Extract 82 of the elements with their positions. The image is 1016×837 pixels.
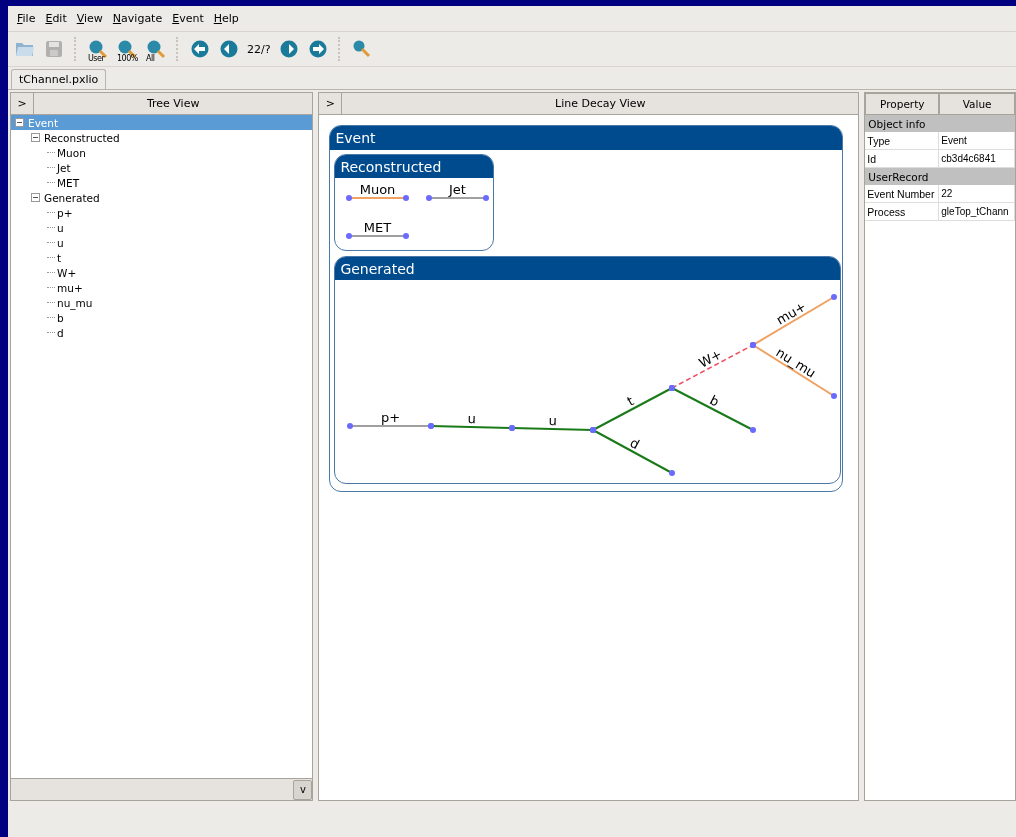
- vertex-dot[interactable]: [831, 294, 838, 300]
- zoom-icon: [146, 39, 166, 59]
- collapse-icon[interactable]: [31, 193, 40, 202]
- toggle-button[interactable]: v: [293, 779, 313, 800]
- table-cell: cb3d4c6841: [939, 150, 1015, 167]
- table-cell: Event Number: [865, 185, 940, 202]
- table-cell: 22: [939, 185, 1015, 202]
- file-tab[interactable]: tChannel.pxlio: [11, 69, 107, 89]
- pane-title: Line Decay View: [554, 96, 647, 112]
- prev-button[interactable]: [218, 38, 240, 60]
- menu-item[interactable]: Edit: [45, 12, 67, 25]
- tree-item[interactable]: Muon: [11, 145, 313, 160]
- particle-label: u: [548, 412, 558, 429]
- tree-item[interactable]: nu_mu: [11, 295, 313, 310]
- menu-item[interactable]: File: [17, 12, 36, 25]
- vertex-dot[interactable]: [426, 195, 433, 201]
- group-row: UserRecord: [865, 168, 1015, 185]
- tree-item[interactable]: Reconstructed: [11, 130, 313, 145]
- vertex-dot[interactable]: [669, 470, 676, 476]
- particle-label: mu+: [774, 298, 810, 328]
- zoom-icon: [117, 39, 137, 59]
- particle-label: MET: [364, 220, 392, 235]
- pane-title: Tree View: [145, 96, 201, 112]
- vertex-dot[interactable]: [483, 195, 490, 201]
- vertex-dot[interactable]: [346, 233, 353, 239]
- vertex-dot[interactable]: [347, 423, 354, 429]
- group-row: Object info: [865, 115, 1015, 132]
- previous-icon: [219, 39, 239, 59]
- tree-item[interactable]: MET: [11, 175, 313, 190]
- particle-label: d: [627, 435, 643, 453]
- menu-item[interactable]: Help: [213, 12, 239, 25]
- tree-item[interactable]: b: [11, 310, 313, 325]
- table-cell: gleTop_tChann: [939, 203, 1015, 220]
- particle-label: t: [625, 393, 637, 409]
- tree-item[interactable]: t: [11, 250, 313, 265]
- particle-label: Muon: [360, 182, 396, 197]
- menu-item[interactable]: Event: [172, 12, 204, 25]
- table-cell: Type: [865, 132, 940, 149]
- first-button[interactable]: [189, 38, 211, 60]
- vertex-dot[interactable]: [403, 233, 410, 239]
- last-icon: [307, 39, 328, 59]
- particle-label: Jet: [449, 182, 467, 197]
- save-icon: [45, 40, 63, 58]
- zoom-label: All: [146, 54, 155, 63]
- zoom-label: User: [88, 54, 105, 63]
- column-header[interactable]: Value: [939, 93, 1015, 115]
- zoom-icon: [88, 39, 108, 59]
- tree-item[interactable]: mu+: [11, 280, 313, 295]
- tree-item[interactable]: Jet: [11, 160, 313, 175]
- box-title: Event: [335, 130, 376, 146]
- vertex-dot[interactable]: [403, 195, 410, 201]
- menu-item[interactable]: View: [76, 12, 103, 25]
- table-cell: Event: [939, 132, 1015, 149]
- tree-item[interactable]: u: [11, 235, 313, 250]
- table-cell: Process: [865, 203, 940, 220]
- tree-item[interactable]: p+: [11, 205, 313, 220]
- zoom-button[interactable]: All: [145, 38, 167, 60]
- tree-item[interactable]: W+: [11, 265, 313, 280]
- menu-item[interactable]: Navigate: [112, 12, 163, 25]
- table-cell: Id: [865, 150, 940, 167]
- box-title: Reconstructed: [340, 158, 442, 175]
- next-icon: [278, 39, 299, 59]
- tree-item[interactable]: u: [11, 220, 313, 235]
- vertex-dot[interactable]: [750, 427, 757, 433]
- particle-label: b: [707, 392, 723, 410]
- column-header[interactable]: Property: [865, 93, 940, 115]
- collapse-icon[interactable]: [31, 133, 40, 142]
- vertex-dot[interactable]: [346, 195, 353, 201]
- zoom-button[interactable]: 100%: [116, 38, 138, 60]
- tree-item[interactable]: d: [11, 325, 313, 340]
- particle-label: p+: [381, 410, 401, 425]
- first-icon: [190, 39, 210, 59]
- tree-item[interactable]: Generated: [11, 190, 313, 205]
- event-counter: 22/?: [247, 42, 271, 56]
- folder-icon: [15, 40, 35, 58]
- particle-label: W+: [696, 346, 725, 371]
- box-title: Generated: [340, 260, 415, 277]
- zoom-label: 100%: [117, 54, 138, 63]
- particle-label: u: [467, 410, 477, 427]
- collapse-icon[interactable]: [15, 118, 24, 127]
- zoom-button[interactable]: User: [87, 38, 109, 60]
- vertex-dot[interactable]: [831, 393, 838, 399]
